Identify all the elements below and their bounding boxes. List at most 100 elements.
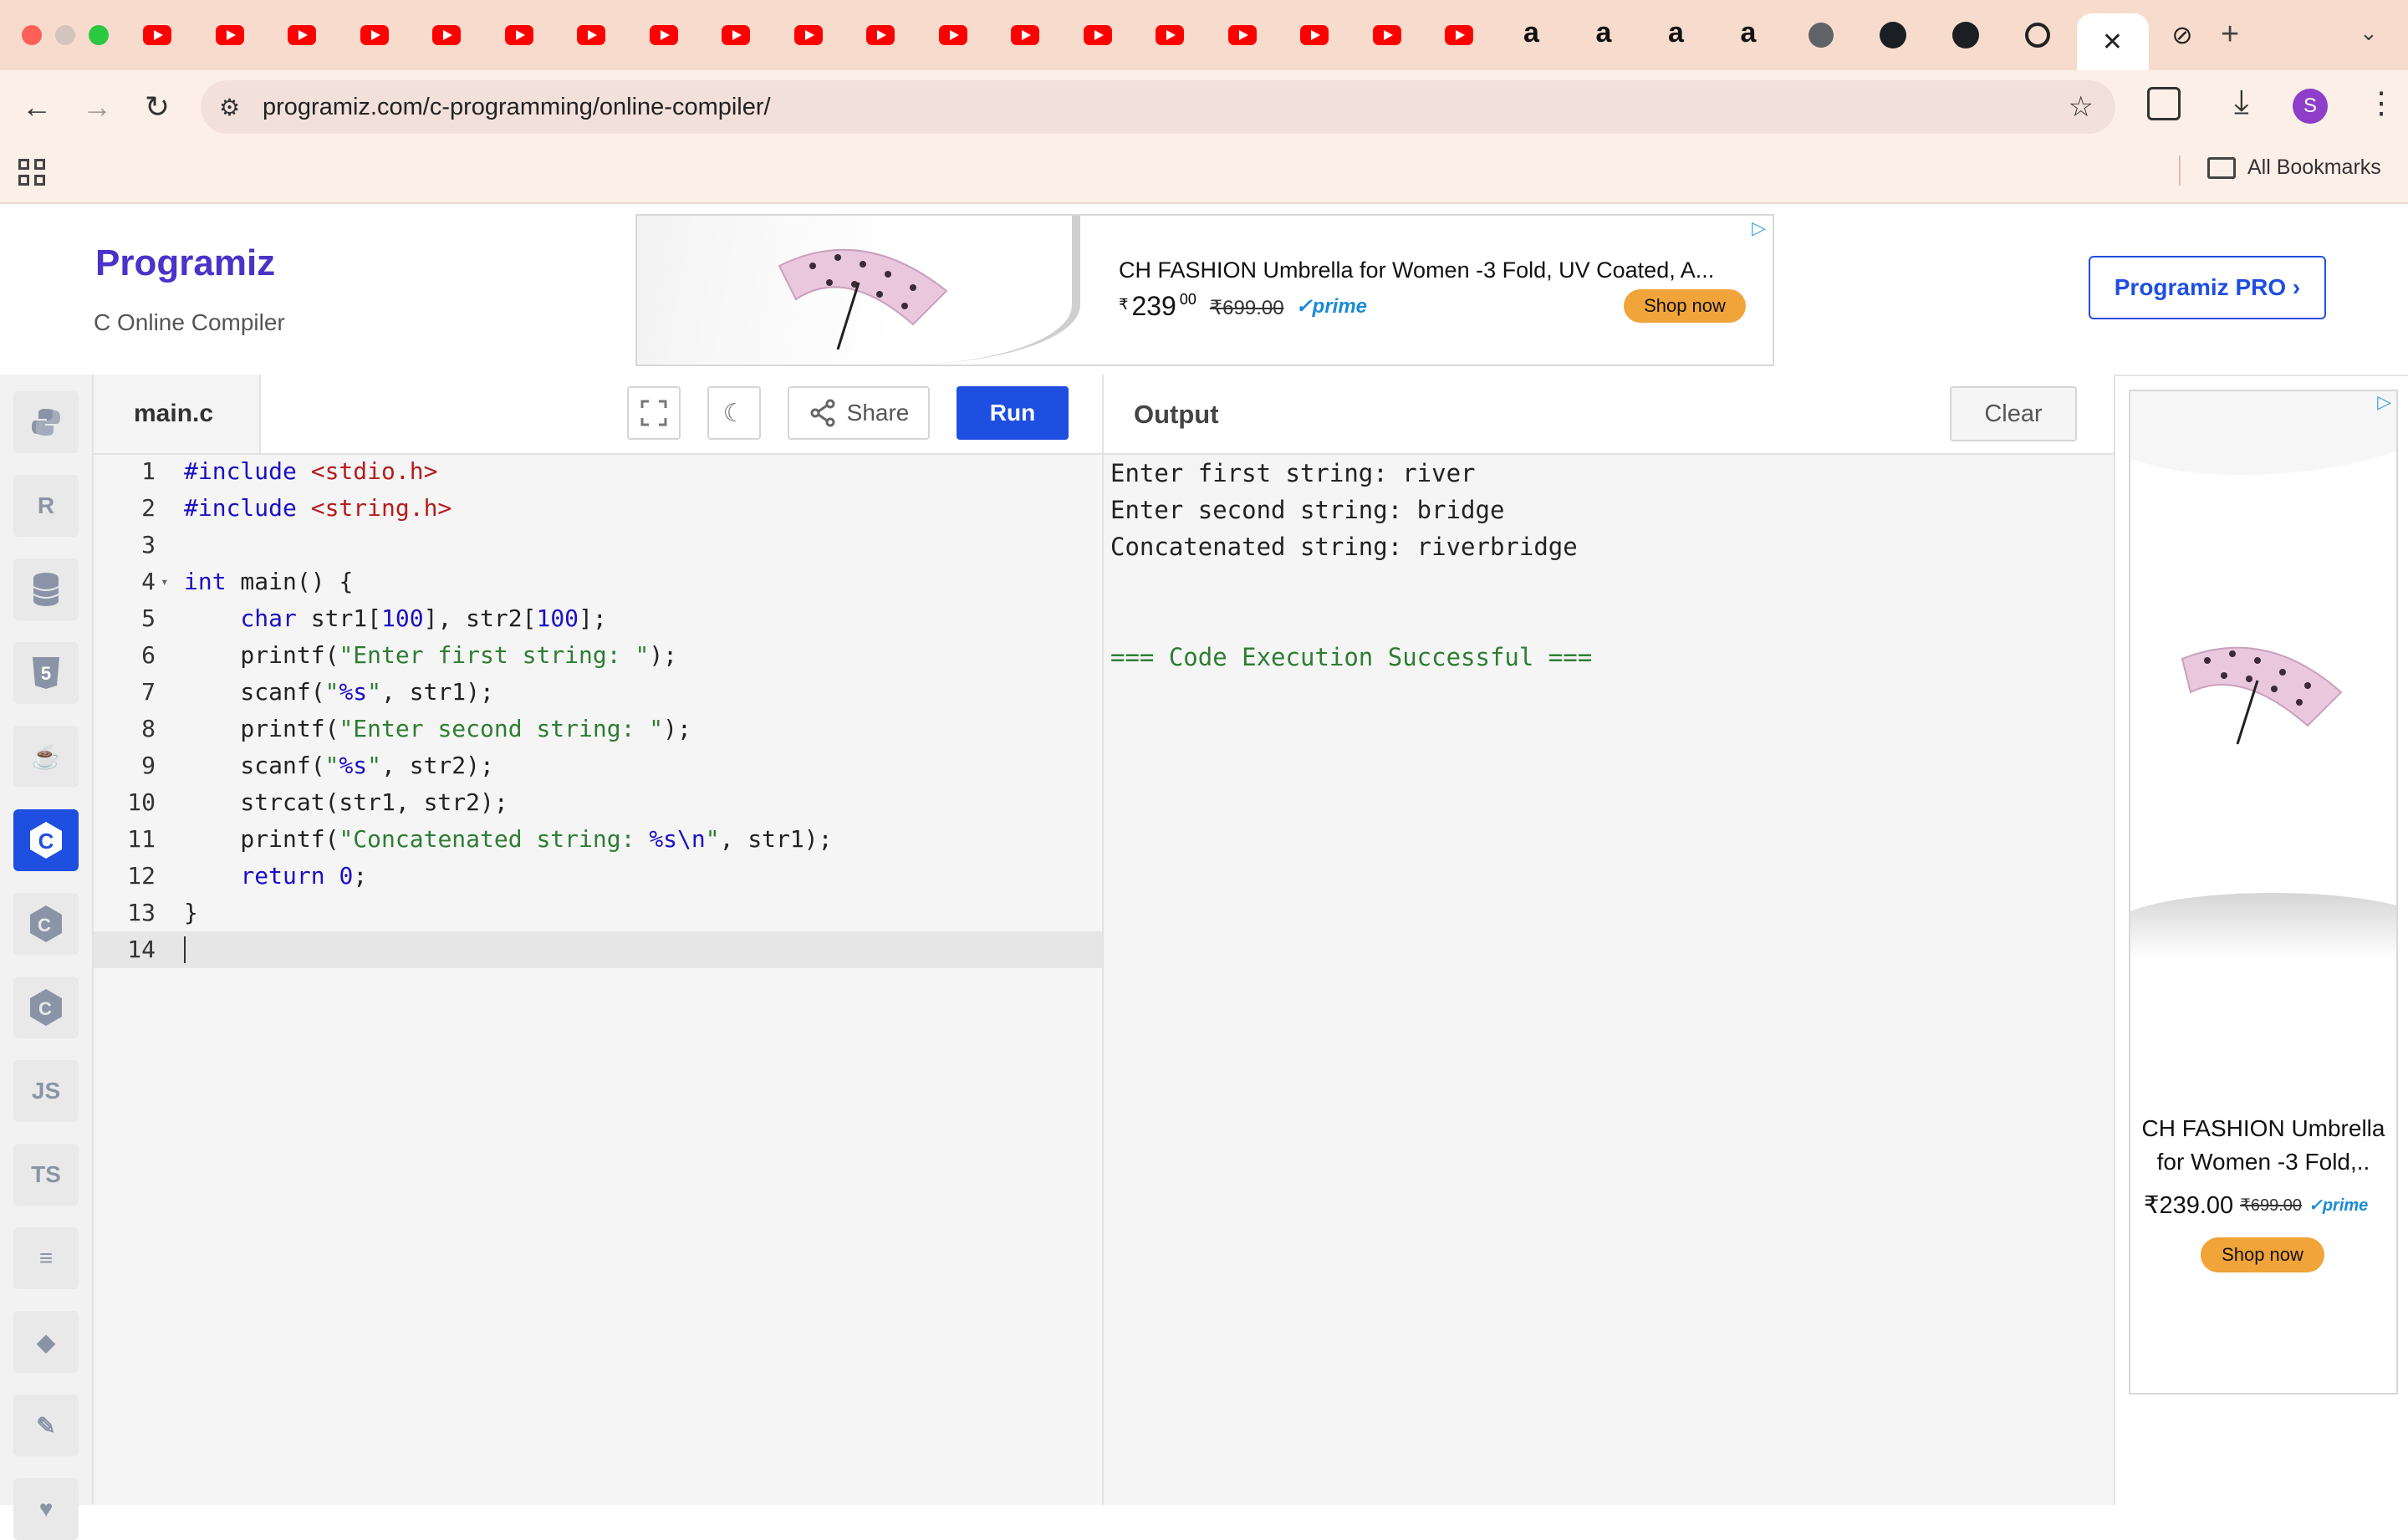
code-line[interactable]: 14 [94,931,1102,968]
tab-youtube[interactable] [1064,13,1131,57]
youtube-icon [288,25,316,45]
clear-button[interactable]: Clear [1950,386,2077,441]
share-button[interactable]: Share [788,386,930,440]
youtube-icon [866,25,895,45]
sql-icon[interactable] [13,558,79,620]
tab-github[interactable] [1932,13,1999,57]
line-text: int main() { [184,568,354,595]
tab-active[interactable]: ✕ [2076,13,2149,70]
new-tab-button[interactable]: + [2221,17,2239,53]
tab-amazon[interactable]: a [1643,13,1710,57]
tab-youtube[interactable] [847,13,914,57]
code-line[interactable]: 8 printf("Enter second string: "); [94,711,1102,747]
line-text: printf("Enter second string: "); [184,715,691,742]
downloads-icon[interactable]: ⤓ [2234,84,2249,121]
close-window-button[interactable] [22,25,42,45]
tab-amazon[interactable]: a [1570,13,1637,57]
code-line[interactable]: 5 char str1[100], str2[100]; [94,600,1102,637]
file-tab-main-c[interactable]: main.c [94,375,261,453]
programiz-logo[interactable]: Programiz [95,242,275,284]
programiz-pro-button[interactable]: Programiz PRO › [2089,256,2326,319]
line-text: #include <stdio.h> [184,457,438,485]
tab-youtube[interactable] [630,13,697,57]
browser-menu-icon[interactable]: ⋮ [2366,85,2396,120]
adchoices-icon[interactable]: ▷ [1752,217,1766,239]
code-line[interactable]: 11 printf("Concatenated string: %s\n", s… [94,821,1102,858]
tab-youtube[interactable] [341,13,408,57]
tab-globe[interactable] [1788,13,1854,57]
swift-icon[interactable]: ◆ [13,1311,79,1373]
all-bookmarks-button[interactable]: All Bookmarks [2207,156,2381,180]
tab-youtube[interactable] [124,13,191,57]
tab-youtube[interactable] [920,13,987,57]
ts-icon[interactable]: TS [13,1144,79,1206]
java-icon[interactable]: ☕ [13,726,79,788]
close-tab-icon[interactable]: ✕ [2102,28,2123,57]
csharp-icon[interactable]: C [13,977,79,1038]
zoom-window-button[interactable] [89,25,109,45]
side-ad-shop-now-button[interactable]: Shop now [2201,1237,2324,1272]
tab-compiler[interactable]: ⊘ [2149,13,2216,57]
extensions-icon[interactable] [2147,87,2181,120]
profile-avatar[interactable]: S [2293,89,2328,124]
tab-chatgpt[interactable] [2004,13,2071,57]
code-area[interactable]: 1 #include <stdio.h> 2 #include <string.h> 3… [94,453,1102,968]
forward-button[interactable]: → [77,87,117,127]
r-icon[interactable]: R [13,475,79,537]
tab-search-button[interactable]: ⌄ [2360,20,2378,46]
output-console[interactable]: Enter first string: river Enter second st… [1110,455,1592,676]
python-icon[interactable] [13,391,79,453]
code-line[interactable]: 3 [94,527,1102,563]
minimize-window-button[interactable] [55,25,75,45]
tab-youtube[interactable] [413,13,480,57]
tab-youtube[interactable] [486,13,553,57]
back-button[interactable]: ← [17,87,57,127]
address-bar[interactable]: ⚙ programiz.com/c-programming/online-com… [201,80,2115,134]
code-line[interactable]: 12 return 0; [94,858,1102,895]
reload-button[interactable]: ↻ [137,87,177,127]
tab-github[interactable] [1860,13,1926,57]
go-icon[interactable]: ≡ [13,1227,79,1289]
html-icon[interactable]: 5 [13,642,79,704]
code-line[interactable]: 2 #include <string.h> [94,490,1102,527]
apps-grid-icon[interactable] [18,159,45,186]
tab-youtube[interactable] [1354,13,1421,57]
tab-youtube[interactable] [1426,13,1492,57]
code-line[interactable]: 4 int main() {▾ [94,563,1102,600]
tab-youtube[interactable] [775,13,842,57]
tab-youtube[interactable] [702,13,769,57]
js-icon[interactable]: JS [13,1060,79,1122]
code-line[interactable]: 1 #include <stdio.h> [94,453,1102,490]
tab-youtube[interactable] [1281,13,1348,57]
code-line[interactable]: 13} [94,895,1102,931]
side-ad-adchoices-icon[interactable]: ▷ [2377,391,2391,413]
code-line[interactable]: 7 scanf("%s", str1); [94,674,1102,711]
tab-youtube[interactable] [268,13,335,57]
code-line[interactable]: 9 scanf("%s", str2); [94,747,1102,784]
tab-amazon[interactable]: a [1498,13,1565,57]
line-number: 11 [127,825,156,853]
tab-youtube[interactable] [558,13,625,57]
more-icon[interactable]: ♥ [13,1478,79,1540]
tab-youtube[interactable] [1209,13,1276,57]
site-info-icon[interactable]: ⚙ [219,94,240,121]
fold-arrow-icon[interactable]: ▾ [161,563,169,600]
tab-youtube[interactable] [992,13,1059,57]
top-ad-banner[interactable]: CH FASHION Umbrella for Women -3 Fold, U… [635,214,1774,366]
cpp-icon[interactable]: C [13,893,79,955]
github-icon [1880,22,1906,48]
side-ad[interactable]: CH FASHION Umbrella for Women -3 Fold,..… [2129,390,2398,1395]
site-header: Programiz C Online Compiler CH FASHION U… [0,204,2408,376]
dark-mode-button[interactable]: ☾ [707,386,761,440]
tab-youtube[interactable] [1136,13,1203,57]
tab-youtube[interactable] [196,13,263,57]
fullscreen-button[interactable] [627,386,681,440]
ad-shop-now-button[interactable]: Shop now [1624,289,1746,323]
code-line[interactable]: 10 strcat(str1, str2); [94,784,1102,821]
run-button[interactable]: Run [957,386,1069,440]
c-icon[interactable]: C [13,809,79,871]
code-line[interactable]: 6 printf("Enter first string: "); [94,637,1102,674]
bookmark-star-icon[interactable]: ☆ [2069,90,2094,124]
rust-icon[interactable]: ✎ [13,1395,79,1456]
tab-amazon[interactable]: a [1715,13,1782,57]
